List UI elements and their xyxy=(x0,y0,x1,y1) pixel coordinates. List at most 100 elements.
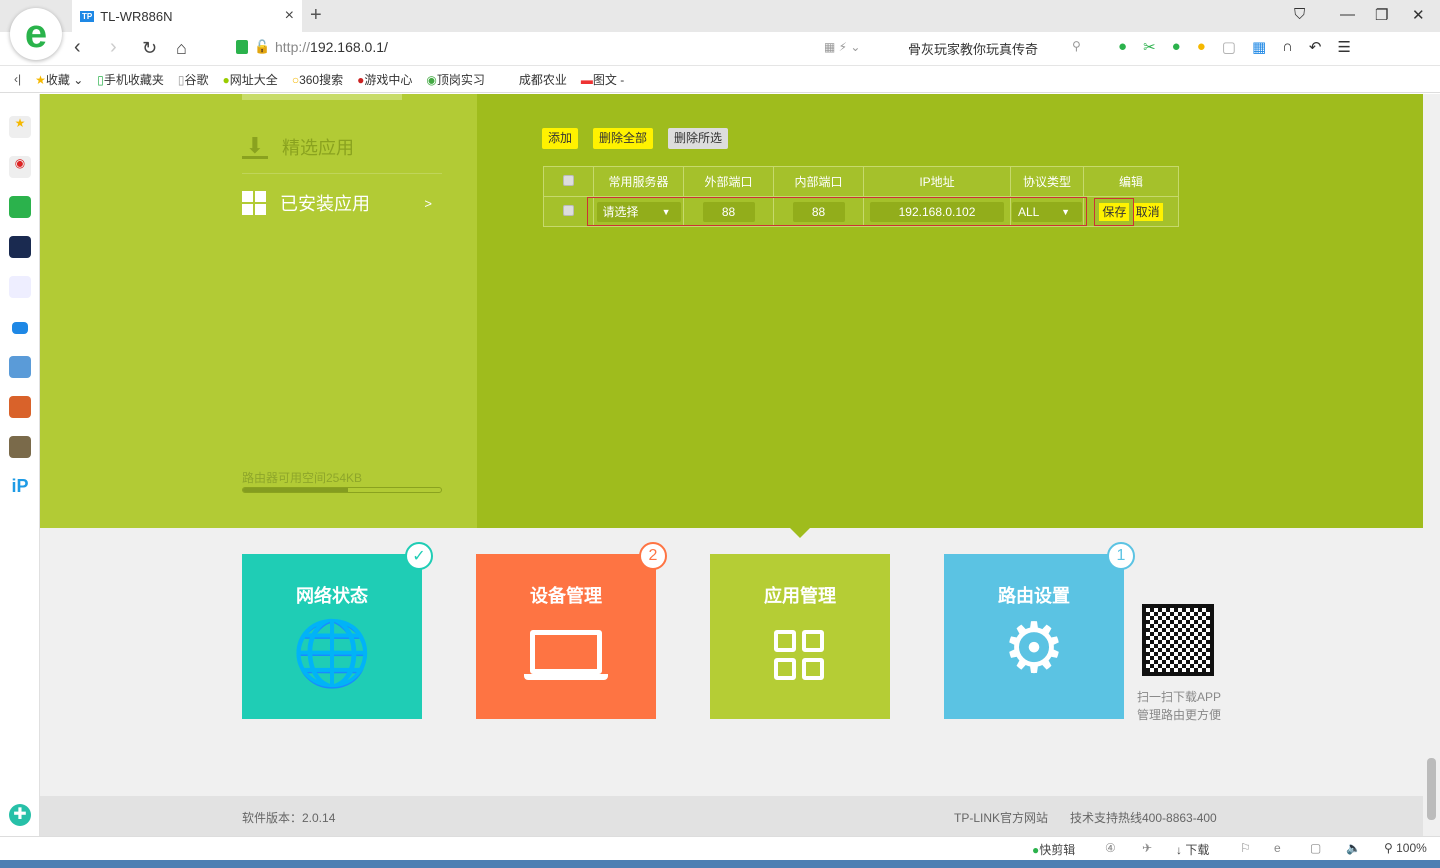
menu-item-featured-apps[interactable]: ⬇ 精选应用 xyxy=(242,134,354,160)
reader-icon[interactable]: ● xyxy=(1118,38,1127,56)
forward-icon[interactable]: › xyxy=(110,36,117,59)
hotline-label: 技术支持热线400-8863-400 xyxy=(1070,811,1217,825)
undo-icon[interactable]: ↶ xyxy=(1309,38,1322,56)
version-label: 软件版本：2.0.14 xyxy=(242,811,336,825)
plus-app-icon[interactable]: ✚ xyxy=(9,804,31,826)
scissors-icon[interactable]: ✂ xyxy=(1143,38,1156,56)
close-window-button[interactable]: ✕ xyxy=(1412,6,1425,24)
news-icon[interactable] xyxy=(9,236,31,258)
tile-app-management[interactable]: 应用管理 xyxy=(710,554,890,719)
panel-title-fragment xyxy=(242,94,402,100)
add-button[interactable]: 添加 xyxy=(542,128,579,149)
scrollbar[interactable] xyxy=(1423,94,1440,836)
restore-button[interactable]: ❐ xyxy=(1375,6,1388,24)
scrollbar-thumb[interactable] xyxy=(1427,758,1436,820)
menu-icon[interactable]: ☰ xyxy=(1338,38,1351,56)
os-taskbar xyxy=(0,860,1440,868)
table-header: 常用服务器 外部端口 内部端口 IP地址 协议类型 编辑 xyxy=(543,166,1179,197)
search-icon[interactable]: ⚲ xyxy=(1072,39,1081,53)
document-icon[interactable] xyxy=(9,276,31,298)
new-tab-button[interactable]: + xyxy=(310,4,322,27)
bookmark-item[interactable]: ○360搜索 xyxy=(292,71,343,88)
bookmark-item[interactable]: ▬图文 - xyxy=(581,71,624,88)
storage-label: 路由器可用空间254KB xyxy=(242,471,363,485)
insecure-lock-icon[interactable]: 🔓 xyxy=(254,39,270,55)
address-bar[interactable]: http://192.168.0.1/ xyxy=(275,39,388,55)
grid-icon xyxy=(242,191,266,215)
volume-icon[interactable]: 🔈 xyxy=(1346,841,1361,855)
delete-selected-button[interactable]: 删除所选 xyxy=(668,128,729,149)
storage-bar-fill xyxy=(243,488,348,492)
rocket-icon[interactable]: ✈ xyxy=(1142,841,1152,855)
download-button[interactable]: ↓ 下载 xyxy=(1176,841,1209,858)
tab-active[interactable]: TP TL-WR886N × xyxy=(72,0,302,32)
ip-address-input[interactable]: 192.168.0.102 xyxy=(870,201,1004,222)
save-button[interactable]: 保存 xyxy=(1094,198,1135,226)
active-pointer xyxy=(790,528,810,538)
tile-network-status[interactable]: 网络状态 🌐 xyxy=(242,554,422,719)
tab-title: TL-WR886N xyxy=(100,8,173,24)
delete-all-button[interactable]: 删除全部 xyxy=(593,128,654,149)
tile-router-settings[interactable]: 路由设置 ⚙ xyxy=(944,554,1124,719)
tab-favicon: TP xyxy=(80,10,95,22)
minimize-button[interactable]: — xyxy=(1340,6,1355,23)
window-icon[interactable]: ▢ xyxy=(1310,841,1321,855)
game-icon[interactable]: ▢ xyxy=(1222,38,1236,56)
apps-grid-icon xyxy=(774,630,826,680)
ie-icon[interactable]: e xyxy=(1274,841,1281,855)
shield-icon[interactable] xyxy=(236,40,248,54)
gear-icon: ⚙ xyxy=(1002,609,1066,687)
server-select[interactable]: 请选择 ▼ xyxy=(596,201,681,222)
status-bar: ●快剪辑 ④ ✈ ↓ 下载 ⚐ e ▢ 🔈 ⚲ 100% xyxy=(0,836,1440,860)
coupon-icon[interactable]: ● xyxy=(1197,38,1206,56)
qr-caption: 扫一扫下载APP 管理路由更方便 xyxy=(1137,690,1222,722)
bookmark-item[interactable]: 成都农业 xyxy=(519,71,567,88)
globe-icon: 🌐 xyxy=(292,617,372,689)
cancel-button[interactable]: 取消 xyxy=(1132,203,1163,221)
mail-icon[interactable] xyxy=(9,196,31,218)
storage-bar xyxy=(242,487,442,493)
apps-icon[interactable]: ▦ xyxy=(1252,38,1266,56)
bookmark-item[interactable]: ▯谷歌 xyxy=(178,71,209,88)
protocol-select[interactable]: ALL ▼ xyxy=(1012,201,1082,222)
official-site-link[interactable]: TP-LINK官方网站 xyxy=(954,809,1048,826)
reload-icon[interactable]: ↻ xyxy=(142,38,157,59)
translate-icon[interactable]: ● xyxy=(1172,38,1181,56)
bookmark-item[interactable]: ●游戏中心 xyxy=(357,71,412,88)
shirt-icon[interactable]: ⛉ xyxy=(1294,6,1305,23)
weibo-icon[interactable]: ◉ xyxy=(9,156,31,178)
menu-item-installed-apps[interactable]: 已安装应用 > xyxy=(242,190,432,216)
back-icon[interactable]: ‹ xyxy=(74,36,81,59)
port-forwarding-panel xyxy=(477,94,1423,528)
extension-icons: ● ✂ ● ● ▢ ▦ ∩ ↶ ☰ xyxy=(1118,38,1351,56)
game-app-icon[interactable] xyxy=(9,436,31,458)
tile-device-management[interactable]: 设备管理 xyxy=(476,554,656,719)
internal-port-input[interactable]: 88 xyxy=(792,201,845,222)
row-checkbox[interactable] xyxy=(563,204,574,216)
table-row: 请选择 ▼ 88 88 192.168.0.102 ALL ▼ 保存 取消 xyxy=(543,196,1179,227)
close-icon[interactable]: × xyxy=(285,7,294,25)
flag-icon[interactable]: ⚐ xyxy=(1240,841,1251,855)
quick-edit-button[interactable]: ●快剪辑 xyxy=(1032,841,1075,858)
game-app-icon[interactable] xyxy=(9,396,31,418)
p-app-icon[interactable]: iP xyxy=(9,476,31,498)
browser-logo: e xyxy=(10,8,62,60)
qr-code xyxy=(1142,604,1214,676)
speed-icon[interactable]: ④ xyxy=(1105,841,1116,855)
bookmark-item[interactable]: ★收藏 ⌄ xyxy=(35,71,83,88)
bookmark-item[interactable]: ●网址大全 xyxy=(223,71,278,88)
search-input[interactable]: 骨灰玩家教你玩真传奇 xyxy=(908,39,1038,58)
collapse-icon[interactable]: ‹| xyxy=(14,72,21,86)
external-port-input[interactable]: 88 xyxy=(702,201,755,222)
download-icon: ⬇ xyxy=(242,134,268,159)
zoom-level[interactable]: ⚲ 100% xyxy=(1384,841,1427,855)
favorites-icon[interactable]: ★ xyxy=(9,116,31,138)
qr-icon[interactable]: ▦ ⚡ ⌄ xyxy=(824,40,861,54)
headphones-icon[interactable]: ∩ xyxy=(1282,38,1293,56)
game-app-icon[interactable] xyxy=(9,356,31,378)
bookmark-item[interactable]: ▯手机收藏夹 xyxy=(97,71,164,88)
home-icon[interactable]: ⌂ xyxy=(176,38,187,59)
chat-icon[interactable] xyxy=(12,322,28,334)
bookmark-item[interactable]: ◉顶岗实习 xyxy=(426,71,485,88)
select-all-checkbox[interactable] xyxy=(563,174,574,186)
